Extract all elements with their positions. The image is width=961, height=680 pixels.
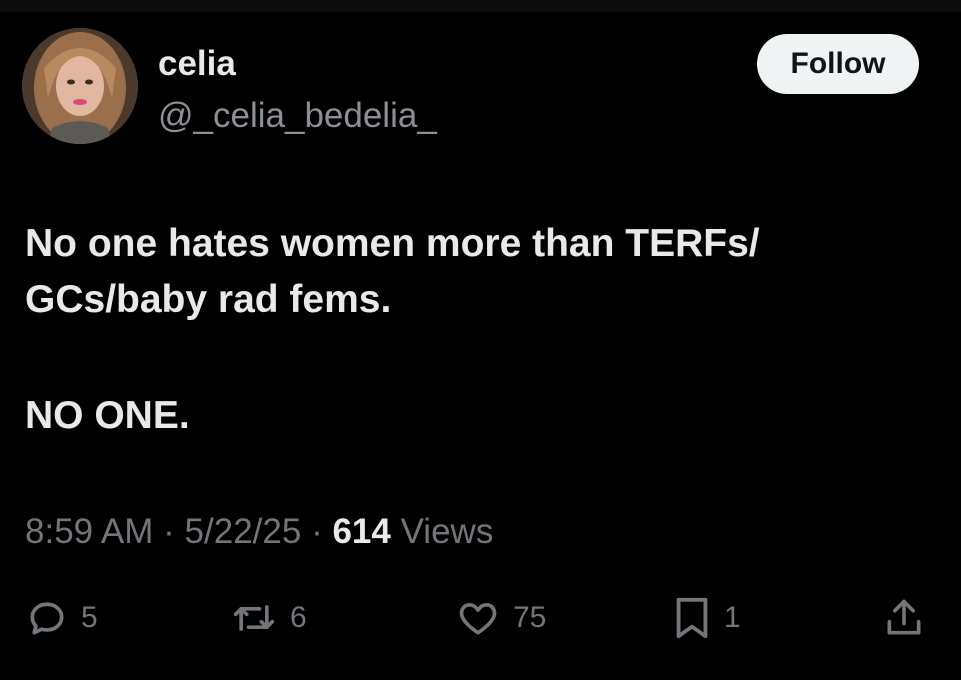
user-handle[interactable]: @_celia_bedelia_ [158, 96, 437, 136]
action-bar: 5 6 75 1 [0, 590, 961, 646]
heart-icon [455, 596, 501, 640]
views-count: 614 [332, 512, 391, 551]
like-button[interactable]: 75 [455, 590, 546, 646]
tweet-time[interactable]: 8:59 AM [25, 512, 153, 551]
avatar[interactable] [22, 28, 138, 144]
repost-count: 6 [290, 601, 307, 634]
tweet-line: No one hates women more than TERFs/ [25, 222, 760, 265]
repost-icon [230, 596, 278, 640]
tweet-date[interactable]: 5/22/25 [185, 512, 302, 551]
repost-button[interactable]: 6 [230, 590, 307, 646]
share-button[interactable] [882, 590, 926, 646]
meta-separator: · [311, 512, 323, 551]
tweet-text: No one hates women more than TERFs/ GCs/… [25, 216, 925, 444]
follow-button[interactable]: Follow [757, 34, 919, 94]
tweet-line: NO ONE. [25, 394, 190, 437]
reply-count: 5 [81, 601, 98, 634]
reply-button[interactable]: 5 [25, 590, 98, 646]
meta-separator: · [163, 512, 175, 551]
like-count: 75 [513, 601, 547, 634]
tweet-line: GCs/baby rad fems. [25, 278, 392, 321]
bookmark-button[interactable]: 1 [672, 590, 741, 646]
bookmark-count: 1 [724, 601, 741, 634]
top-strip [0, 0, 961, 12]
tweet-meta: 8:59 AM · 5/22/25 · 614 Views [25, 512, 493, 552]
share-icon [882, 596, 926, 640]
views-label: Views [400, 512, 494, 551]
bookmark-icon [672, 595, 712, 641]
display-name[interactable]: celia [158, 44, 236, 84]
reply-icon [25, 596, 69, 640]
